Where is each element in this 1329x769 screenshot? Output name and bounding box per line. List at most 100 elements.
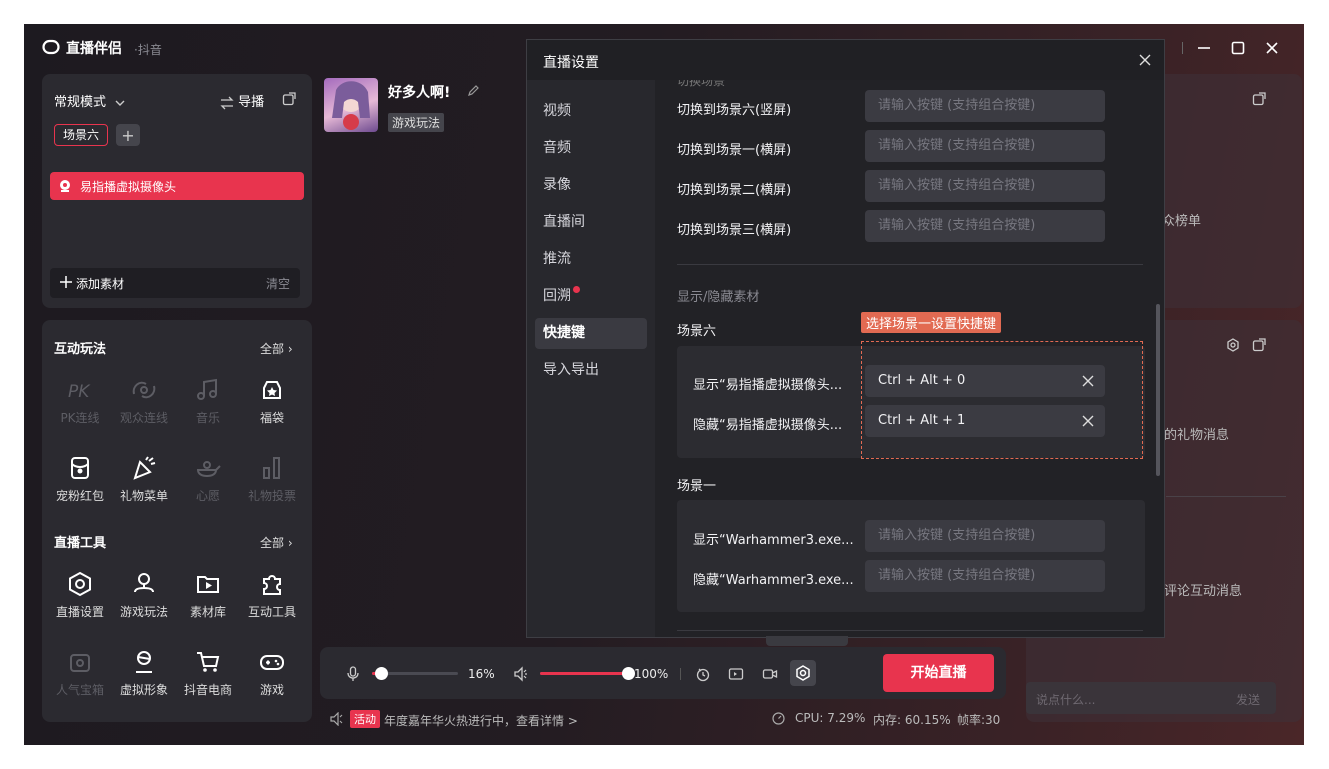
tool-live-settings[interactable]: 直播设置 bbox=[48, 570, 112, 620]
send-button[interactable]: 发送 bbox=[1236, 691, 1260, 708]
scene6-show-key: Ctrl + Alt + 0 bbox=[878, 373, 966, 388]
scrollbar-thumb[interactable] bbox=[1156, 304, 1160, 476]
tool-fan-redpacket[interactable]: 宠粉红包 bbox=[48, 454, 112, 504]
tool-label: 礼物投票 bbox=[247, 489, 296, 503]
tool-label: 礼物菜单 bbox=[119, 489, 168, 503]
cpu-usage: CPU: 7.29% bbox=[795, 711, 866, 725]
tool-audience-link: 观众连线 bbox=[112, 376, 176, 426]
tooltip-tab bbox=[766, 636, 848, 646]
popout-icon[interactable] bbox=[1252, 92, 1266, 106]
live-settings-active-button[interactable] bbox=[790, 660, 816, 686]
scene-tab-6[interactable]: 场景六 bbox=[54, 124, 108, 146]
minimize-button[interactable] bbox=[1192, 36, 1216, 60]
switch-scene2-input[interactable]: 请输入按键 (支持组合按键) bbox=[865, 170, 1105, 202]
source-label: 易指播虚拟摄像头 bbox=[80, 180, 177, 194]
guide-button[interactable]: 导播 bbox=[220, 91, 264, 110]
gamepad-icon bbox=[258, 648, 286, 676]
scene6-hide-key-input[interactable]: Ctrl + Alt + 1 bbox=[865, 405, 1105, 437]
tools-panel: 互动玩法 全部 › PK PK连线 观众连线 音乐 福袋 宠粉红包 礼物菜单 心… bbox=[42, 320, 312, 722]
settings-dialog: 直播设置 视频 音频 录像 直播间 推流 回溯 快捷键 导入导出 切换场景 切换… bbox=[526, 39, 1165, 638]
clear-button[interactable]: 清空 bbox=[266, 275, 290, 292]
replay-icon[interactable] bbox=[695, 666, 711, 682]
tool-game[interactable]: 游戏 bbox=[240, 648, 304, 698]
add-scene-button[interactable]: + bbox=[116, 124, 140, 146]
app-title: 直播伴侣 bbox=[66, 41, 122, 57]
tool-label: 互动工具 bbox=[247, 605, 296, 619]
stream-cover-avatar[interactable] bbox=[324, 78, 378, 132]
clear-key-icon[interactable] bbox=[1082, 375, 1094, 387]
stream-category-tag[interactable]: 游戏玩法 bbox=[388, 113, 445, 132]
nav-push-stream[interactable]: 推流 bbox=[535, 244, 647, 275]
switch-scene6-input[interactable]: 请输入按键 (支持组合按键) bbox=[865, 90, 1105, 122]
app-platform: ·抖音 bbox=[134, 43, 162, 57]
mode-selector[interactable]: 常规模式 bbox=[54, 91, 126, 110]
nav-video[interactable]: 视频 bbox=[535, 96, 647, 127]
tool-asset-library[interactable]: 素材库 bbox=[176, 570, 240, 620]
tool-interactive-tools[interactable]: 互动工具 bbox=[240, 570, 304, 620]
close-window-button[interactable] bbox=[1260, 36, 1284, 60]
pk-icon: PK bbox=[66, 376, 94, 404]
nav-live-room[interactable]: 直播间 bbox=[535, 207, 647, 238]
scene1-group bbox=[677, 500, 1145, 612]
show-hide-section-title: 显示/隐藏素材 bbox=[677, 290, 760, 305]
tool-wish: 心愿 bbox=[176, 454, 240, 504]
switch-scene1-label: 切换到场景一(横屏) bbox=[677, 143, 792, 158]
lucky-bag-icon bbox=[258, 376, 286, 404]
avatar-icon bbox=[130, 648, 158, 676]
start-live-button[interactable]: 开始直播 bbox=[883, 654, 994, 692]
fps: 帧率:30 bbox=[957, 713, 1001, 727]
tools-title: 直播工具 bbox=[54, 536, 107, 551]
switch-scene3-input[interactable]: 请输入按键 (支持组合按键) bbox=[865, 210, 1105, 242]
clear-key-icon[interactable] bbox=[1082, 415, 1094, 427]
tool-avatar[interactable]: 虚拟形象 bbox=[112, 648, 176, 698]
settings-icon[interactable] bbox=[1226, 338, 1240, 352]
audience-rank-label: 众榜单 bbox=[1162, 214, 1202, 229]
tool-label: 宠粉红包 bbox=[55, 489, 104, 503]
video-camera-icon[interactable] bbox=[762, 666, 778, 682]
interactive-all-link[interactable]: 全部 › bbox=[260, 340, 293, 357]
add-source-button[interactable]: 添加素材 bbox=[76, 275, 124, 292]
swap-icon bbox=[220, 96, 234, 110]
mode-label: 常规模式 bbox=[54, 95, 107, 110]
nav-record[interactable]: 录像 bbox=[535, 170, 647, 201]
maximize-button[interactable] bbox=[1226, 36, 1250, 60]
tool-game-play[interactable]: 游戏玩法 bbox=[112, 570, 176, 620]
switch-scene3-label: 切换到场景三(横屏) bbox=[677, 223, 792, 238]
nav-audio[interactable]: 音频 bbox=[535, 133, 647, 164]
source-item[interactable]: 易指播虚拟摄像头 bbox=[50, 172, 304, 200]
tool-douyin-shop[interactable]: 抖音电商 bbox=[176, 648, 240, 698]
popout-icon[interactable] bbox=[1252, 338, 1266, 352]
speaker-volume-slider[interactable] bbox=[540, 667, 635, 680]
popout-icon[interactable] bbox=[282, 92, 296, 106]
screen-share-icon[interactable] bbox=[728, 666, 744, 682]
scene1-show-key-input[interactable]: 请输入按键 (支持组合按键) bbox=[865, 520, 1105, 552]
mic-volume-slider[interactable] bbox=[372, 667, 458, 680]
tool-label: 心愿 bbox=[195, 489, 220, 503]
tool-pk: PK PK连线 bbox=[48, 376, 112, 426]
activity-link[interactable]: 年度嘉年华火热进行中，查看详情 > bbox=[384, 712, 578, 729]
microphone-icon[interactable] bbox=[346, 666, 360, 682]
divider bbox=[677, 630, 1143, 631]
close-dialog-button[interactable] bbox=[1139, 54, 1151, 66]
speaker-icon[interactable] bbox=[513, 666, 529, 682]
chat-input[interactable]: 说点什么... 发送 bbox=[1026, 682, 1276, 714]
nav-shortcuts[interactable]: 快捷键 bbox=[535, 318, 647, 349]
titlebar-divider bbox=[1182, 42, 1183, 54]
nav-import-export[interactable]: 导入导出 bbox=[535, 355, 647, 386]
treasure-box-icon bbox=[66, 648, 94, 676]
tool-gift-menu[interactable]: 礼物菜单 bbox=[112, 454, 176, 504]
tool-label: PK连线 bbox=[60, 411, 100, 425]
camera-icon bbox=[58, 179, 72, 193]
switch-scene1-input[interactable]: 请输入按键 (支持组合按键) bbox=[865, 130, 1105, 162]
scene1-hide-key-input[interactable]: 请输入按键 (支持组合按键) bbox=[865, 560, 1105, 592]
nav-replay[interactable]: 回溯 bbox=[535, 281, 647, 312]
gift-messages-label: 的礼物消息 bbox=[1164, 428, 1230, 443]
tools-all-link[interactable]: 全部 › bbox=[260, 534, 293, 551]
scene6-show-key-input[interactable]: Ctrl + Alt + 0 bbox=[865, 365, 1105, 397]
media-folder-icon bbox=[194, 570, 222, 598]
tool-lucky-bag[interactable]: 福袋 bbox=[240, 376, 304, 426]
tool-label: 福袋 bbox=[259, 411, 284, 425]
guide-label: 导播 bbox=[238, 95, 265, 110]
mic-percent: 16% bbox=[468, 667, 495, 681]
edit-title-icon[interactable] bbox=[467, 84, 480, 97]
